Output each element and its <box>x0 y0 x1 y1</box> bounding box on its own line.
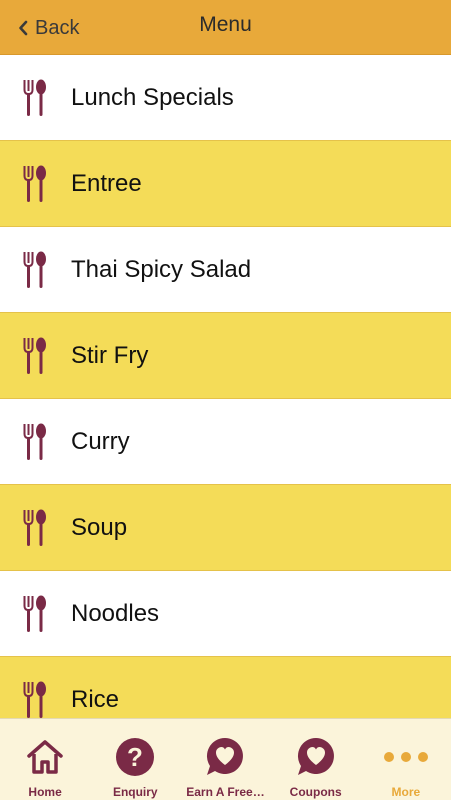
tab-earn-a-free[interactable]: Earn A Free… <box>180 719 270 800</box>
menu-item-rice[interactable]: Rice <box>0 657 451 718</box>
tab-label: Enquiry <box>112 785 158 799</box>
menu-item-label: Rice <box>71 685 120 713</box>
tab-label: Earn A Free… <box>186 785 265 799</box>
menu-item-label: Thai Spicy Salad <box>71 255 252 283</box>
menu-item-lunch-specials[interactable]: Lunch Specials <box>0 55 451 141</box>
tab-label: Home <box>28 785 62 799</box>
fork-spoon-icon <box>23 164 47 204</box>
menu-list: Lunch Specials Entree Thai Spicy Salad S… <box>0 55 451 718</box>
menu-item-label: Stir Fry <box>71 341 149 369</box>
svg-text:?: ? <box>127 742 143 772</box>
fork-spoon-icon <box>23 422 47 462</box>
menu-item-label: Noodles <box>71 599 160 627</box>
fork-spoon-icon <box>23 336 47 376</box>
menu-item-curry[interactable]: Curry <box>0 399 451 485</box>
fork-spoon-icon <box>23 250 47 290</box>
more-dots-icon <box>383 737 429 777</box>
menu-item-entree[interactable]: Entree <box>0 141 451 227</box>
tab-more[interactable]: More <box>361 719 451 800</box>
menu-item-label: Entree <box>71 169 142 197</box>
menu-item-soup[interactable]: Soup <box>0 485 451 571</box>
back-label: Back <box>35 16 80 39</box>
menu-item-thai-spicy-salad[interactable]: Thai Spicy Salad <box>0 227 451 313</box>
tab-coupons[interactable]: Coupons <box>271 719 361 800</box>
heart-bubble-icon <box>205 737 245 777</box>
menu-item-label: Curry <box>71 427 130 455</box>
bottom-tab-bar: Home ? Enquiry Earn A Free… Coupons More <box>0 718 451 800</box>
menu-item-label: Soup <box>71 513 128 541</box>
home-icon <box>26 737 64 777</box>
fork-spoon-icon <box>23 594 47 634</box>
heart-bubble-icon <box>296 737 336 777</box>
menu-item-label: Lunch Specials <box>71 83 234 111</box>
fork-spoon-icon <box>23 680 47 719</box>
tab-enquiry[interactable]: ? Enquiry <box>90 719 180 800</box>
tab-label: Coupons <box>289 785 342 799</box>
back-button[interactable]: Back <box>18 14 79 42</box>
top-bar: Back Menu <box>0 0 451 55</box>
question-icon: ? <box>115 737 155 777</box>
fork-spoon-icon <box>23 508 47 548</box>
menu-item-noodles[interactable]: Noodles <box>0 571 451 657</box>
menu-item-stir-fry[interactable]: Stir Fry <box>0 313 451 399</box>
fork-spoon-icon <box>23 78 47 118</box>
tab-home[interactable]: Home <box>0 719 90 800</box>
tab-label: More <box>391 785 421 799</box>
chevron-left-icon <box>19 20 28 36</box>
